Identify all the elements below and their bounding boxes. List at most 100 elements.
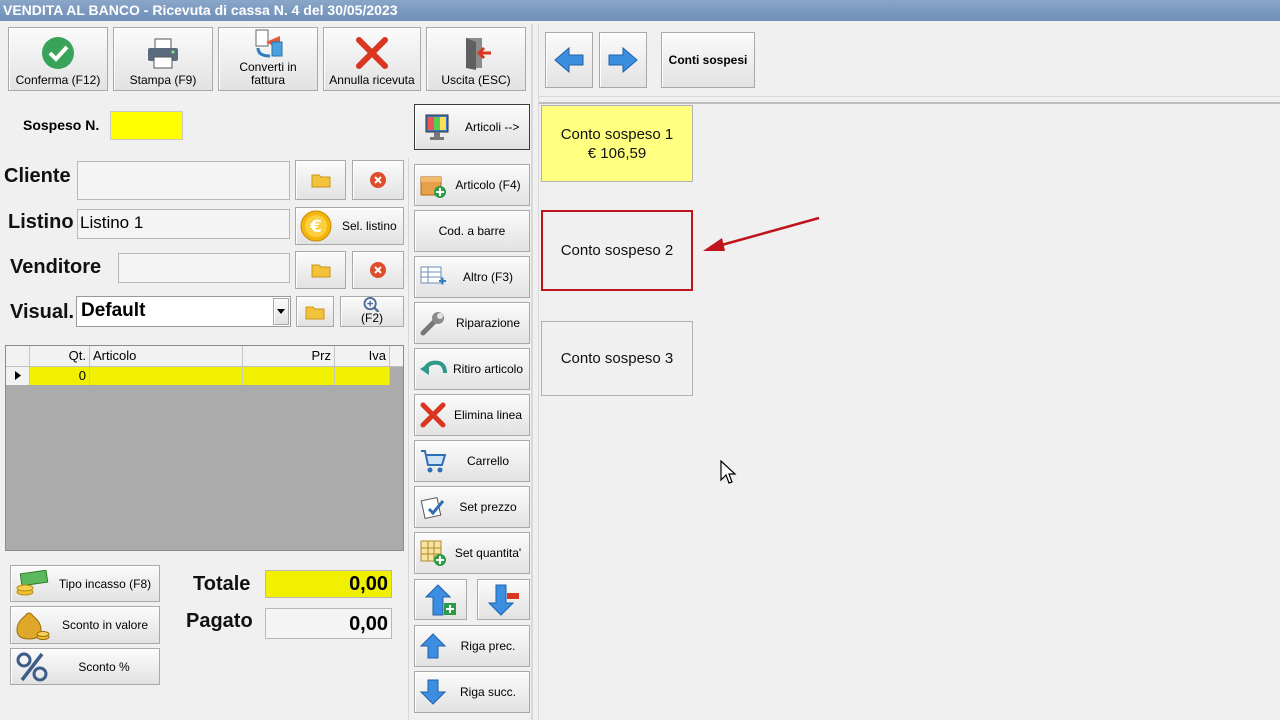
articolo-f4-button[interactable]: Articolo (F4) <box>414 164 530 206</box>
riga-prec-label: Riga prec. <box>460 639 516 653</box>
venditore-browse-button[interactable] <box>295 251 346 289</box>
right-toolbar-divider <box>539 96 1280 97</box>
arrow-left-icon <box>554 46 584 74</box>
sconto-valore-button[interactable]: Sconto in valore <box>10 606 160 644</box>
wrench-icon <box>420 312 444 336</box>
venditore-field[interactable] <box>118 253 290 283</box>
folder-icon <box>311 264 330 278</box>
annulla-ricevuta-button[interactable]: Annulla ricevuta <box>323 27 421 91</box>
right-panel-border <box>538 24 539 720</box>
mouse-cursor-icon <box>720 460 737 484</box>
sospeso-label: Sospeso N. <box>23 117 100 133</box>
altro-f3-button[interactable]: Altro (F3) <box>414 256 530 298</box>
sospeso-number-field[interactable] <box>110 111 183 140</box>
visual-label: Visual. <box>10 301 75 323</box>
stampa-button[interactable]: Stampa (F9) <box>113 27 213 91</box>
riga-prec-button[interactable]: Riga prec. <box>414 625 530 667</box>
search-f2-button[interactable]: (F2) <box>340 296 404 327</box>
carrello-button[interactable]: Carrello <box>414 440 530 482</box>
articoli-grid[interactable]: Qt. Articolo Prz Iva 0 <box>5 345 404 551</box>
uscita-label: Uscita (ESC) <box>441 73 511 87</box>
cliente-clear-button[interactable] <box>352 160 404 200</box>
riparazione-label: Riparazione <box>455 316 521 330</box>
sel-listino-button[interactable]: € Sel. listino <box>295 207 404 245</box>
prev-button[interactable] <box>545 32 593 88</box>
grid-header-indicator <box>6 346 30 366</box>
cod-barre-label: Cod. a barre <box>438 224 506 238</box>
visual-dropdown-button[interactable] <box>273 298 289 325</box>
cod-barre-button[interactable]: Cod. a barre <box>414 210 530 252</box>
cliente-label: Cliente <box>4 165 71 187</box>
articoli-toggle-button[interactable]: Articoli --> <box>414 104 530 150</box>
tipo-incasso-button[interactable]: Tipo incasso (F8) <box>10 565 160 602</box>
monitor-icon <box>425 114 449 140</box>
conto-sospeso-1[interactable]: Conto sospeso 1 € 106,59 <box>541 105 693 182</box>
set-prezzo-label: Set prezzo <box>459 500 517 514</box>
venditore-clear-button[interactable] <box>352 251 404 289</box>
cell-articolo[interactable] <box>90 367 243 385</box>
set-quantita-button[interactable]: Set quantita' <box>414 532 530 574</box>
set-quantita-label: Set quantita' <box>454 546 522 560</box>
cancel-x-icon <box>356 37 388 69</box>
pagato-label: Pagato <box>186 610 253 632</box>
carrello-label: Carrello <box>466 454 509 468</box>
money-bag-icon <box>16 612 50 640</box>
ritiro-articolo-button[interactable]: Ritiro articolo <box>414 348 530 390</box>
visual-select[interactable]: Default <box>76 296 291 327</box>
listino-field[interactable]: Listino 1 <box>77 209 290 239</box>
annotation-arrow <box>703 216 820 251</box>
grid-header-prz[interactable]: Prz <box>243 346 335 366</box>
chevron-down-icon <box>277 309 285 314</box>
cell-prz[interactable] <box>243 367 335 385</box>
conto-sospeso-3-label: Conto sospeso 3 <box>560 350 674 367</box>
row-pointer-icon <box>15 371 21 380</box>
conferma-button[interactable]: Conferma (F12) <box>8 27 108 91</box>
grid-header-iva[interactable]: Iva <box>335 346 390 366</box>
arrow-down-minus-icon <box>487 584 519 616</box>
table-row[interactable]: 0 <box>6 367 390 385</box>
uscita-button[interactable]: Uscita (ESC) <box>426 27 526 91</box>
totale-value: 0,00 <box>265 570 392 598</box>
conto-sospeso-2[interactable]: Conto sospeso 2 <box>541 210 693 291</box>
sconto-percentuale-button[interactable]: Sconto % <box>10 648 160 685</box>
pagato-value[interactable]: 0,00 <box>265 608 392 639</box>
clear-icon <box>370 262 386 278</box>
cell-iva[interactable] <box>335 367 390 385</box>
conti-sospesi-button[interactable]: Conti sospesi <box>661 32 755 88</box>
visual-browse-button[interactable] <box>296 296 334 327</box>
elimina-linea-label: Elimina linea <box>453 408 523 422</box>
altro-f3-label: Altro (F3) <box>462 270 513 284</box>
grid-header-articolo[interactable]: Articolo <box>90 346 243 366</box>
set-prezzo-button[interactable]: Set prezzo <box>414 486 530 528</box>
row-indicator <box>6 367 30 385</box>
venditore-label: Venditore <box>10 256 102 278</box>
conferma-label: Conferma (F12) <box>15 73 101 87</box>
riparazione-button[interactable]: Riparazione <box>414 302 530 344</box>
right-panel-top-border <box>539 102 1280 104</box>
main-divider <box>531 24 533 720</box>
cell-qt[interactable]: 0 <box>30 367 90 385</box>
arrow-down-icon <box>419 679 447 705</box>
arrow-right-icon <box>608 46 638 74</box>
cliente-browse-button[interactable] <box>295 160 346 200</box>
window-title: VENDITA AL BANCO - Ricevuta di cassa N. … <box>0 0 1280 21</box>
price-check-icon <box>420 496 445 520</box>
remove-row-down-button[interactable] <box>477 579 530 620</box>
conto-sospeso-1-amount: € 106,59 <box>587 144 647 162</box>
elimina-linea-button[interactable]: Elimina linea <box>414 394 530 436</box>
cliente-field[interactable] <box>77 161 290 200</box>
next-button[interactable] <box>599 32 647 88</box>
folder-icon <box>311 174 330 188</box>
riga-succ-label: Riga succ. <box>459 685 517 699</box>
grid-add-icon <box>420 540 446 566</box>
check-icon <box>42 37 74 69</box>
converti-fattura-button[interactable]: Converti in fattura <box>218 27 318 91</box>
sconto-percentuale-label: Sconto % <box>78 659 130 674</box>
conto-sospeso-3[interactable]: Conto sospeso 3 <box>541 321 693 396</box>
add-row-up-button[interactable] <box>414 579 467 620</box>
riga-succ-button[interactable]: Riga succ. <box>414 671 530 713</box>
delete-x-icon <box>420 402 446 428</box>
sconto-valore-label: Sconto in valore <box>61 618 149 632</box>
conti-sospesi-label: Conti sospesi <box>668 53 748 67</box>
grid-header-qt[interactable]: Qt. <box>30 346 90 366</box>
